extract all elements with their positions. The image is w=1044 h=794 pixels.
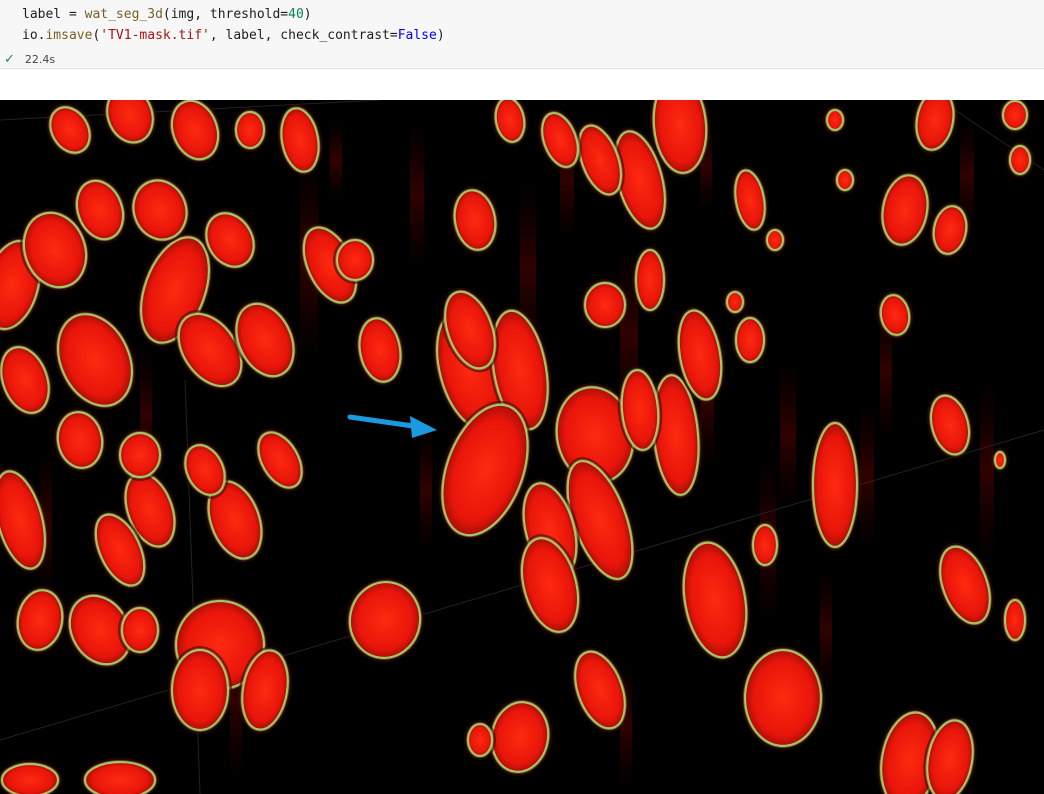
execution-time: 22.4s [24,52,56,66]
3d-segmentation-view[interactable] [0,100,1044,794]
code-token: ) [436,28,445,43]
cell-blob [999,100,1031,133]
code-token: 'TV1-mask.tif' [100,28,210,43]
cell-blob [345,578,425,662]
cell-blob [878,171,932,249]
signal-streak [980,380,994,560]
cell-blob [749,521,781,569]
segmented-cells [0,100,1034,794]
cell-blob [116,429,164,481]
cell-blob [450,186,500,254]
cell-blob [581,279,629,331]
code-token: (img, threshold= [162,7,289,22]
cell-blob [876,291,914,339]
cell-blob [731,166,769,234]
cell-blob [254,428,306,492]
volume-render-output[interactable] [0,100,1044,794]
cell-blob [333,236,377,284]
signal-streak [410,120,424,270]
cell-blob [809,419,861,551]
check-icon: ✓ [4,51,15,67]
code-token: io. [22,28,46,43]
code-line: io.imsave('TV1-mask.tif', label, check_c… [22,25,445,46]
signal-streak [820,570,832,690]
code-token: False [397,28,437,43]
cell-blob [491,100,529,146]
cell-blob [46,103,94,157]
cell-blob [833,166,857,194]
cell-blob [0,760,62,794]
cell-blob [741,646,825,750]
cell-blob [355,314,405,386]
cell-blob [1001,596,1029,644]
signal-streak [860,400,874,550]
cell-blob [1006,142,1034,178]
cell-blob [464,720,496,760]
cell-blob [763,226,787,254]
cell-blob [732,314,768,366]
cell-blob [679,538,751,662]
signal-streak [780,360,796,510]
code-token: imsave [45,28,93,43]
cell-blob [823,106,847,134]
cell-blob [991,448,1009,472]
cell-blob [118,604,162,656]
code-token: label = [22,7,85,22]
cell-blob [53,408,107,472]
cell-blob [81,758,159,794]
cell-blob [912,100,958,154]
code-token: wat_seg_3d [84,7,163,22]
cell-blob [632,246,668,314]
code-line: label = wat_seg_3d(img, threshold=40) [22,4,445,25]
cell-blob [723,288,747,316]
cell-blob [13,586,67,654]
code-cell[interactable]: label = wat_seg_3d(img, threshold=40) io.… [0,0,1044,69]
cell-blob [0,343,53,417]
cell-status: ✓ 22.4s [4,50,55,68]
cell-blob [54,310,136,410]
code-editor[interactable]: label = wat_seg_3d(img, threshold=40) io.… [22,4,445,46]
code-token: , label, check_contrast= [209,28,398,43]
signal-streak [330,120,342,200]
signal-streak [420,430,432,550]
code-token: ) [303,7,312,22]
cell-blob [232,108,268,152]
cell-blob [277,104,323,176]
cell-blob [103,100,157,147]
code-token: 40 [288,7,304,22]
cell-blob [168,646,232,734]
